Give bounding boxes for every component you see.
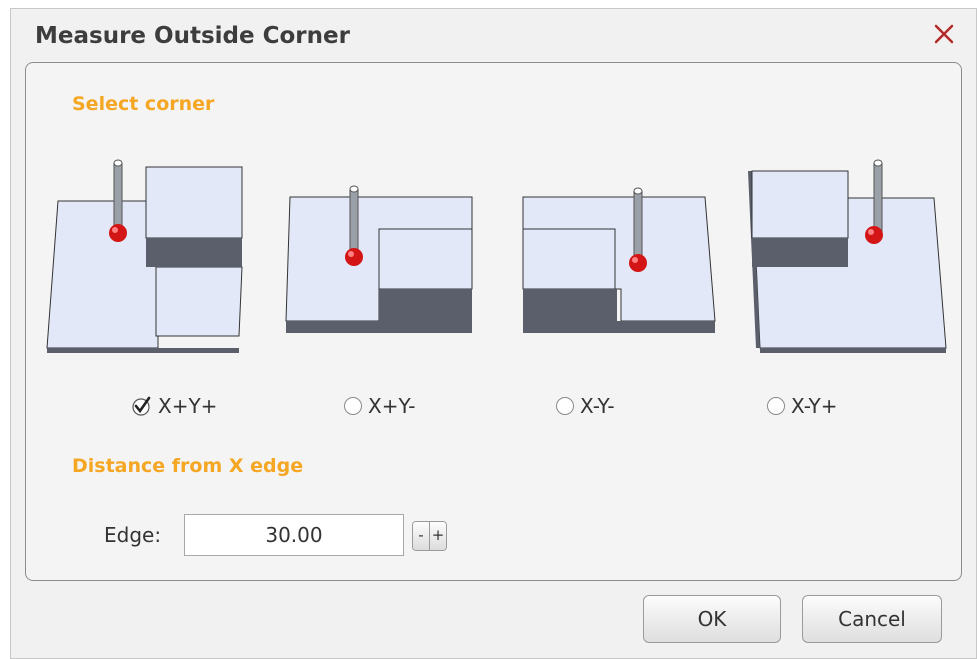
measure-outside-corner-dialog: Measure Outside Corner Select corner X+Y… <box>10 8 977 659</box>
increment-button[interactable]: + <box>429 522 446 550</box>
checkmark-icon <box>132 396 151 416</box>
cancel-button[interactable]: Cancel <box>802 595 942 643</box>
corner-option-xmym[interactable]: X-Y- <box>556 394 615 418</box>
decrement-button[interactable]: - <box>413 522 429 550</box>
corner-image-xpyp[interactable] <box>46 153 246 353</box>
corner-image-xmyp[interactable] <box>748 153 958 353</box>
close-button[interactable] <box>927 17 961 51</box>
section-heading-select-corner: Select corner <box>72 93 215 115</box>
corner-option-label: X-Y- <box>580 394 615 418</box>
radio-icon <box>344 397 362 415</box>
dialog-title: Measure Outside Corner <box>35 23 350 49</box>
corner-image-xmym[interactable] <box>519 185 719 357</box>
corner-option-label: X+Y- <box>368 394 416 418</box>
corner-image-xpym[interactable] <box>284 185 484 357</box>
close-icon <box>934 24 954 44</box>
corner-option-xpyp[interactable]: X+Y+ <box>130 394 217 418</box>
corner-option-xmyp[interactable]: X-Y+ <box>767 394 838 418</box>
corner-option-xpym[interactable]: X+Y- <box>344 394 416 418</box>
section-heading-distance: Distance from X edge <box>72 455 304 477</box>
radio-icon <box>556 397 574 415</box>
corner-option-label: X-Y+ <box>791 394 838 418</box>
edge-value-input[interactable] <box>184 514 404 556</box>
edge-stepper: - + <box>412 521 447 551</box>
edge-label: Edge: <box>104 523 162 547</box>
ok-button[interactable]: OK <box>643 595 781 643</box>
corner-option-label: X+Y+ <box>158 394 218 418</box>
settings-panel: Select corner X+Y+ X+Y- X-Y- X-Y+ Distan… <box>25 62 962 581</box>
radio-icon <box>767 397 785 415</box>
